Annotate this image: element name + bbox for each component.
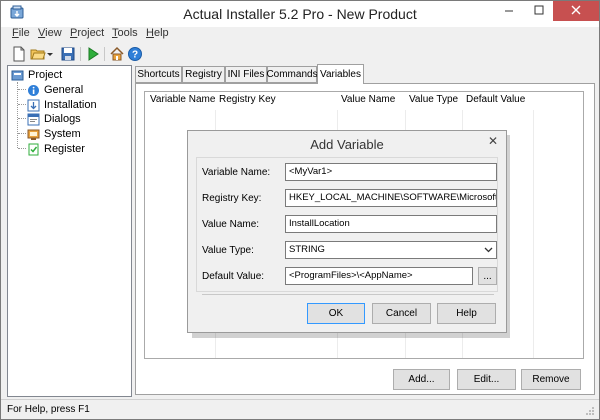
- column-header-value-type[interactable]: Value Type: [409, 94, 458, 105]
- tree-item-project[interactable]: Project: [11, 67, 62, 83]
- project-tree[interactable]: Project General Installation Dialogs Sys…: [7, 65, 132, 397]
- tree-connector: [18, 148, 26, 149]
- tree-item-label: General: [44, 84, 84, 96]
- value-type-select[interactable]: STRING: [285, 241, 497, 259]
- menu-view[interactable]: View: [38, 27, 62, 39]
- tree-connector: [17, 82, 18, 148]
- menu-project[interactable]: Project: [70, 27, 104, 39]
- register-icon: [27, 143, 40, 156]
- browse-button[interactable]: ...: [478, 267, 497, 285]
- tree-item-register[interactable]: Register: [27, 141, 85, 157]
- toolbar-separator: [104, 47, 105, 61]
- tree-item-label: Dialogs: [44, 113, 81, 125]
- new-file-icon[interactable]: [11, 46, 27, 62]
- resize-grip-icon[interactable]: [585, 406, 595, 419]
- help-icon[interactable]: ?: [127, 46, 143, 62]
- remove-button[interactable]: Remove: [521, 369, 581, 390]
- edit-button[interactable]: Edit...: [457, 369, 516, 390]
- tree-item-label: System: [44, 128, 81, 140]
- toolbar-separator: [80, 47, 81, 61]
- maximize-button[interactable]: [524, 1, 554, 21]
- tree-connector: [18, 133, 26, 134]
- default-value-label: Default Value:: [202, 271, 265, 282]
- default-value-input[interactable]: <ProgramFiles>\<AppName>: [285, 267, 473, 285]
- tree-connector: [18, 118, 26, 119]
- status-bar: For Help, press F1: [1, 399, 599, 419]
- info-icon: [27, 84, 40, 97]
- menu-file[interactable]: File: [12, 27, 30, 39]
- menu-file-accel: F: [12, 27, 19, 39]
- registry-key-label: Registry Key:: [202, 193, 262, 204]
- title-bar: Actual Installer 5.2 Pro - New Product: [1, 1, 599, 27]
- run-icon[interactable]: [85, 46, 101, 62]
- minimize-icon: [504, 4, 514, 18]
- installation-icon: [27, 99, 40, 112]
- menu-bar: File View Project Tools Help: [1, 27, 599, 43]
- tree-item-system[interactable]: System: [27, 126, 81, 142]
- help-button[interactable]: Help: [437, 303, 496, 324]
- tree-connector: [18, 104, 26, 105]
- close-icon: ✕: [487, 134, 499, 148]
- tree-item-label: Installation: [44, 99, 97, 111]
- system-icon: [27, 128, 40, 141]
- svg-text:?: ?: [132, 50, 138, 61]
- tree-item-dialogs[interactable]: Dialogs: [27, 111, 81, 127]
- tab-commands[interactable]: Commands: [266, 66, 318, 83]
- value-type-label: Value Type:: [202, 245, 254, 256]
- value-name-label: Value Name:: [202, 219, 260, 230]
- close-icon: [571, 4, 581, 18]
- dialog-title: Add Variable: [310, 137, 384, 152]
- status-text: For Help, press F1: [7, 404, 90, 415]
- minimize-button[interactable]: [494, 1, 524, 21]
- column-header-value-name[interactable]: Value Name: [341, 94, 395, 105]
- dialog-title-bar: Add Variable ✕: [188, 131, 506, 157]
- chevron-down-icon: [484, 242, 493, 258]
- menu-project-label: roject: [77, 27, 105, 39]
- open-folder-icon[interactable]: [30, 46, 46, 62]
- menu-view-label: iew: [45, 27, 62, 39]
- dialog-close-button[interactable]: ✕: [482, 133, 504, 149]
- column-header-variable-name[interactable]: Variable Name: [150, 94, 215, 105]
- tab-ini-files[interactable]: INI Files: [225, 66, 267, 83]
- cancel-button[interactable]: Cancel: [372, 303, 431, 324]
- ok-button[interactable]: OK: [307, 303, 365, 324]
- dialogs-icon: [27, 113, 40, 126]
- menu-tools-label: ools: [117, 27, 138, 39]
- tree-item-label: Project: [28, 69, 63, 81]
- value-name-input[interactable]: InstallLocation: [285, 215, 497, 233]
- dialog-divider: [202, 294, 494, 295]
- variable-name-input[interactable]: <MyVar1>: [285, 163, 497, 181]
- project-icon: [11, 69, 24, 82]
- tab-shortcuts[interactable]: Shortcuts: [135, 66, 182, 83]
- close-window-button[interactable]: [553, 1, 599, 21]
- tab-variables[interactable]: Variables: [317, 64, 364, 84]
- menu-tools[interactable]: Tools: [112, 27, 138, 39]
- tree-connector: [18, 89, 26, 90]
- maximize-icon: [534, 4, 544, 18]
- menu-help-label: elp: [153, 27, 169, 39]
- menu-help[interactable]: Help: [146, 27, 169, 39]
- column-header-registry-key[interactable]: Registry Key: [219, 94, 276, 105]
- tab-registry[interactable]: Registry: [182, 66, 225, 83]
- dropdown-arrow-icon[interactable]: [46, 46, 54, 62]
- tree-item-general[interactable]: General: [27, 82, 83, 98]
- toolbar: ?: [1, 43, 599, 65]
- save-icon[interactable]: [60, 46, 76, 62]
- column-header-default-value[interactable]: Default Value: [466, 94, 525, 105]
- add-variable-dialog: Add Variable ✕ Variable Name: <MyVar1> R…: [187, 130, 507, 333]
- menu-file-label: ile: [18, 27, 30, 39]
- tree-item-label: Register: [44, 143, 85, 155]
- column-gridline: [533, 110, 534, 358]
- value-type-selected: STRING: [289, 244, 325, 255]
- variable-name-label: Variable Name:: [202, 167, 271, 178]
- add-button[interactable]: Add...: [393, 369, 450, 390]
- home-icon[interactable]: [109, 46, 125, 62]
- registry-key-input[interactable]: HKEY_LOCAL_MACHINE\SOFTWARE\Microsoft\Wi…: [285, 189, 497, 207]
- menu-help-accel: H: [146, 27, 154, 39]
